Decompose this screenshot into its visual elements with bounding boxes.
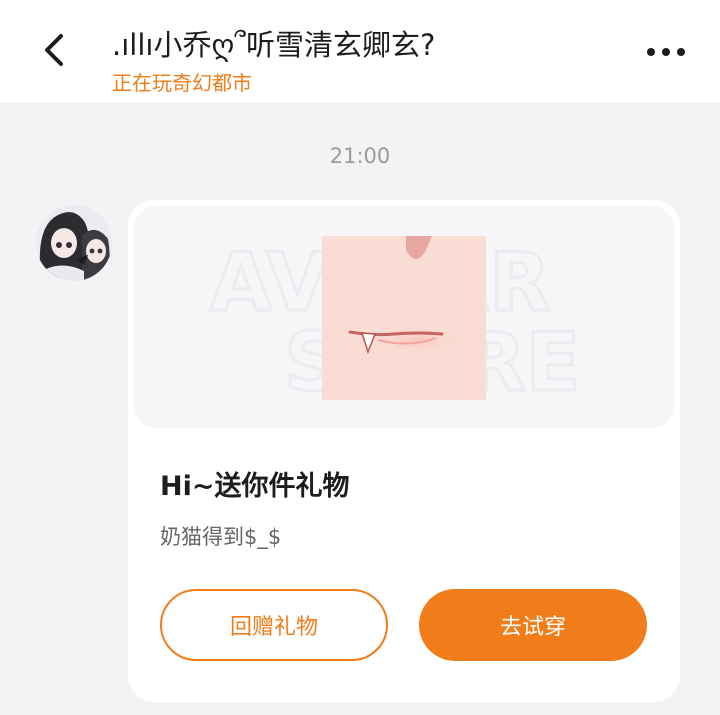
gift-item-image bbox=[322, 236, 486, 400]
gift-preview: AVATAR STORE bbox=[134, 206, 674, 428]
more-options-button[interactable] bbox=[638, 30, 694, 74]
avatar[interactable] bbox=[36, 205, 112, 281]
message-timestamp: 21:00 bbox=[329, 144, 391, 168]
gift-description: 奶猫得到$_$ bbox=[160, 525, 282, 549]
return-gift-button[interactable]: 回赠礼物 bbox=[160, 589, 388, 661]
try-on-button[interactable]: 去试穿 bbox=[419, 589, 647, 661]
chat-title: .ıllı小乔ღ՞听雪清玄卿玄? bbox=[112, 28, 436, 62]
back-button[interactable] bbox=[30, 28, 78, 76]
gift-message-card: AVATAR STORE Hi~送你件礼物 奶猫得到$_$ bbox=[128, 200, 680, 702]
chevron-left-icon bbox=[39, 32, 69, 72]
chat-header: .ıllı小乔ღ՞听雪清玄卿玄? 正在玩奇幻都市 bbox=[0, 0, 720, 102]
user-status: 正在玩奇幻都市 bbox=[112, 71, 252, 95]
more-horizontal-icon bbox=[647, 48, 655, 56]
gift-title: Hi~送你件礼物 bbox=[160, 471, 350, 502]
